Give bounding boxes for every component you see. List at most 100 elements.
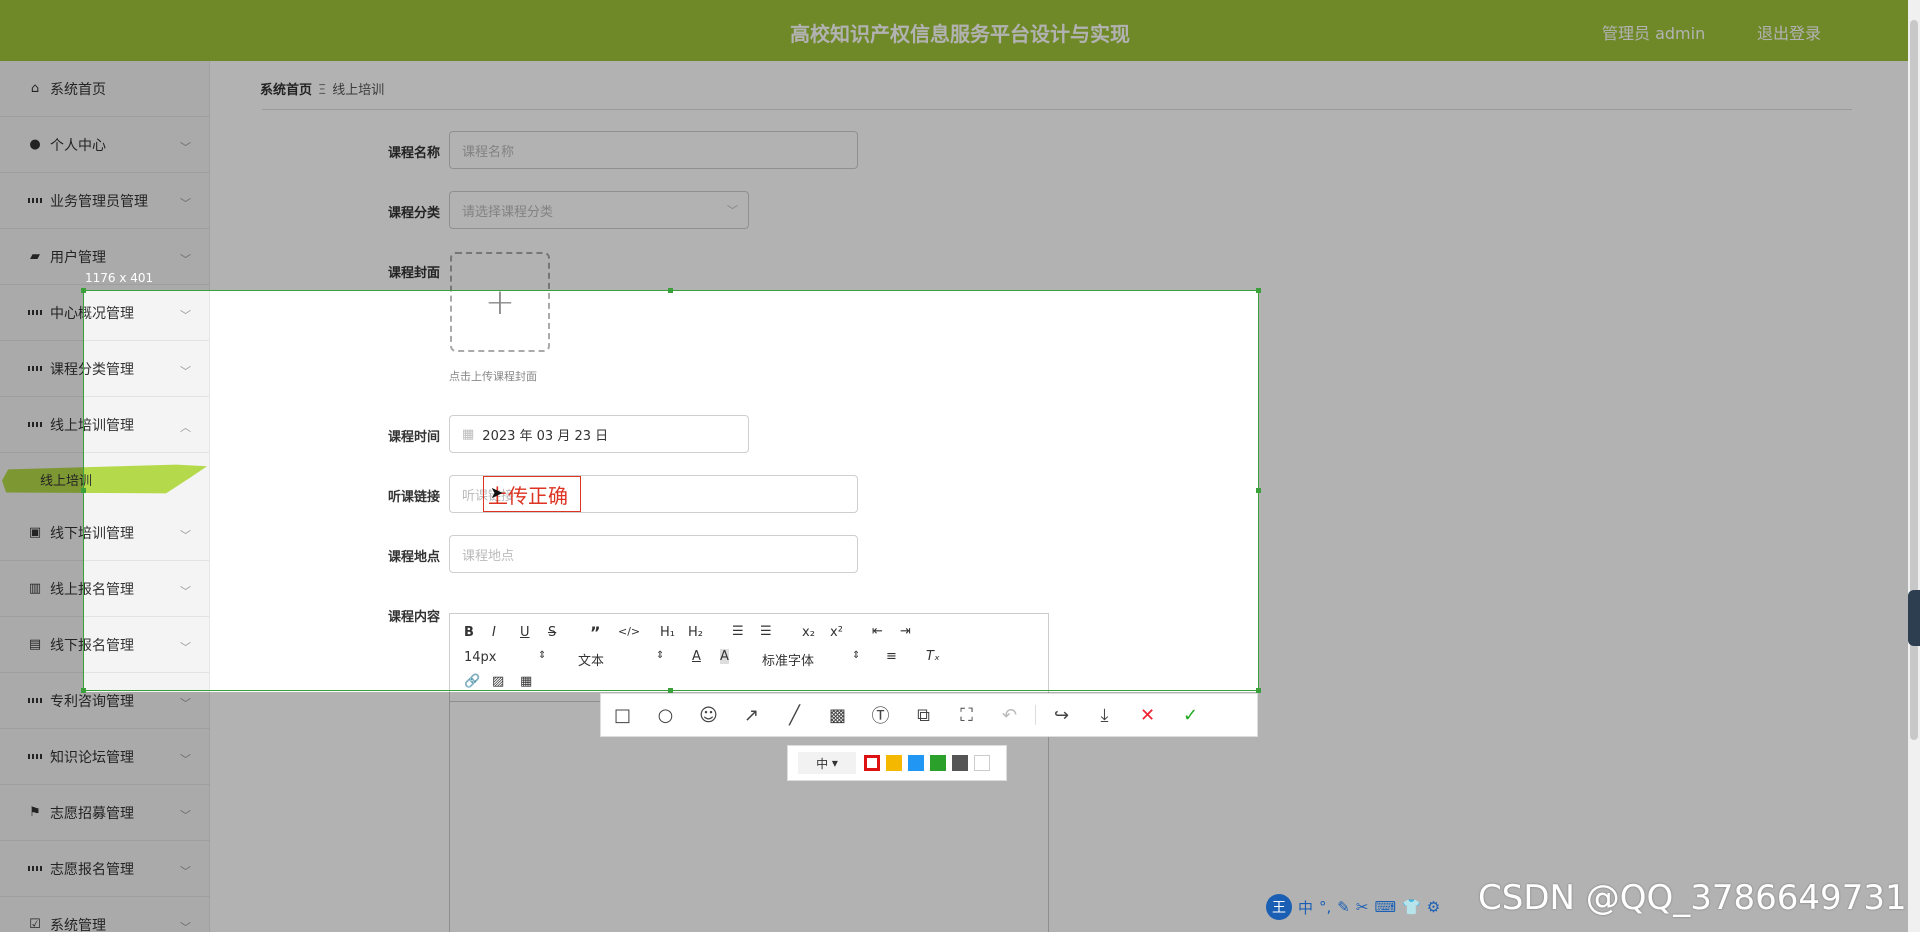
ocr-tool-icon[interactable]: ⛶ (945, 705, 988, 726)
sidebar-item-label: 线下培训管理 (50, 525, 134, 542)
close-icon[interactable]: ✕ (1126, 705, 1169, 726)
sidebar-item-online-training[interactable]: 线上培训管理 ︿ (0, 397, 209, 453)
font-size-select[interactable]: 14px (464, 650, 497, 665)
chevron-down-icon: ﹀ (180, 197, 191, 210)
grid-icon (28, 418, 42, 432)
sidebar-item-profile[interactable]: ● 个人中心 ﹀ (0, 117, 209, 173)
sidebar-subitem-online-training[interactable]: 线上培训 (0, 453, 209, 505)
color-swatch-yellow[interactable] (886, 755, 902, 771)
main-content: 系统首页 Ξ 线上培训 课程名称 课程名称 课程分类 请选择课程分类 ﹀ 课程封面 … (210, 61, 1920, 932)
confirm-icon[interactable]: ✓ (1169, 705, 1212, 726)
sidebar-item-biz-admin[interactable]: 业务管理员管理 ﹀ (0, 173, 209, 229)
chevron-down-icon: ﹀ (180, 641, 191, 654)
time-label: 课程时间 (387, 430, 440, 445)
time-picker[interactable]: ▦ 2023 年 03 月 23 日 (449, 415, 749, 453)
emoji-tool-icon[interactable]: ☺ (687, 705, 730, 726)
annotation-style-bar: 中 ▾ (787, 745, 1007, 781)
h1-icon[interactable]: H₁ (660, 625, 675, 640)
sidebar-item-course-category[interactable]: 课程分类管理 ﹀ (0, 341, 209, 397)
mouse-cursor-icon: ➤ (490, 483, 504, 502)
divider (262, 109, 1852, 110)
breadcrumb-current: 线上培训 (332, 83, 385, 98)
font-family-select[interactable]: 标准字体 (762, 650, 814, 669)
align-icon[interactable]: ≡ (886, 649, 897, 664)
sidebar-item-offline-training[interactable]: ▣ 线下培训管理 ﹀ (0, 505, 209, 561)
line-tool-icon[interactable]: ╱ (773, 705, 816, 726)
bullet-list-icon[interactable]: ☰ (760, 624, 772, 639)
image-icon[interactable]: ▨ (492, 674, 504, 689)
font-color-icon[interactable]: A (692, 649, 701, 664)
ime-mode[interactable]: 中 (1298, 897, 1313, 918)
chevron-down-icon: ﹀ (180, 529, 191, 542)
punctuation-icon[interactable]: °, (1319, 898, 1331, 916)
rectangle-tool-icon[interactable]: □ (601, 705, 644, 726)
color-swatch-gray[interactable] (952, 755, 968, 771)
handwrite-icon[interactable]: ✎ (1337, 898, 1350, 916)
chevron-up-icon: ︿ (180, 421, 191, 434)
pen-size-label: 中 (816, 756, 829, 771)
pin-tool-icon[interactable]: ⧉ (902, 705, 945, 726)
location-input[interactable]: 课程地点 (449, 535, 858, 573)
breadcrumb-home[interactable]: 系统首页 (260, 83, 312, 98)
ordered-list-icon[interactable]: ☰ (732, 624, 744, 639)
scissors-icon[interactable]: ✂ (1356, 898, 1369, 916)
background-color-icon[interactable]: A (720, 649, 729, 664)
download-icon[interactable]: ⤓ (1083, 705, 1126, 726)
arrow-tool-icon[interactable]: ↗ (730, 705, 773, 726)
course-name-label: 课程名称 (387, 146, 440, 161)
category-select[interactable]: 请选择课程分类 ﹀ (449, 191, 749, 229)
sidebar-item-volunteer-recruit[interactable]: ⚑ 志愿招募管理 ﹀ (0, 785, 209, 841)
screenshot-toolbar: □ ○ ☺ ↗ ╱ ▩ Ⓣ ⧉ ⛶ ↶ ↪ ⤓ ✕ ✓ (600, 693, 1258, 737)
subscript-icon[interactable]: x₂ (802, 625, 815, 640)
share-icon[interactable]: ↪ (1040, 705, 1083, 726)
clear-format-icon[interactable]: Tₓ (926, 649, 940, 664)
course-name-input[interactable]: 课程名称 (449, 131, 858, 169)
location-label: 课程地点 (387, 550, 440, 565)
settings-icon[interactable]: ⚙ (1427, 898, 1440, 916)
sidebar-item-label: 系统首页 (50, 81, 106, 98)
bold-icon[interactable]: B (464, 625, 474, 640)
code-icon[interactable]: </> (618, 625, 640, 638)
quote-icon[interactable]: ” (590, 623, 601, 642)
link-icon[interactable]: 🔗 (464, 674, 480, 689)
pen-size-select[interactable]: 中 ▾ (798, 752, 856, 774)
chevron-down-icon: ﹀ (180, 865, 191, 878)
sidebar-item-forum[interactable]: 知识论坛管理 ﹀ (0, 729, 209, 785)
superscript-icon[interactable]: x² (830, 625, 843, 640)
cover-upload-box[interactable]: + (450, 252, 550, 352)
briefcase-icon: ▤ (28, 637, 42, 652)
color-swatch-red[interactable] (864, 755, 880, 771)
color-swatch-green[interactable] (930, 755, 946, 771)
color-swatch-blue[interactable] (908, 755, 924, 771)
strike-icon[interactable]: S (548, 625, 556, 640)
floating-side-widget[interactable] (1908, 590, 1920, 646)
indent-icon[interactable]: ⇥ (900, 624, 911, 639)
ellipse-tool-icon[interactable]: ○ (644, 705, 687, 726)
user-label[interactable]: 管理员 admin (1602, 20, 1705, 44)
sidebar-item-patent[interactable]: 专利咨询管理 ﹀ (0, 673, 209, 729)
italic-icon[interactable]: I (492, 625, 496, 640)
calendar-icon: ▦ (462, 426, 475, 442)
video-icon[interactable]: ▦ (520, 674, 532, 689)
sidebar-item-system[interactable]: ☑ 系统管理 ﹀ (0, 897, 209, 932)
sidebar-item-online-signup[interactable]: ▥ 线上报名管理 ﹀ (0, 561, 209, 617)
h2-icon[interactable]: H₂ (688, 625, 703, 640)
mosaic-tool-icon[interactable]: ▩ (816, 705, 859, 726)
chevron-down-icon: ﹀ (727, 204, 738, 217)
page-scrollbar[interactable] (1908, 0, 1920, 932)
sidebar-item-volunteer-signup[interactable]: 志愿报名管理 ﹀ (0, 841, 209, 897)
underline-icon[interactable]: U (520, 625, 530, 640)
outdent-icon[interactable]: ⇤ (872, 624, 883, 639)
sidebar-item-label: 志愿报名管理 (50, 861, 134, 878)
skin-icon[interactable]: 👕 (1402, 898, 1421, 916)
keyboard-icon[interactable]: ⌨ (1374, 898, 1396, 916)
logout-link[interactable]: 退出登录 (1757, 20, 1821, 44)
sidebar-item-home[interactable]: ⌂ 系统首页 (0, 61, 209, 117)
color-swatch-white[interactable] (974, 755, 990, 771)
text-tool-icon[interactable]: Ⓣ (859, 702, 902, 728)
ime-logo-icon[interactable]: 王 (1266, 894, 1292, 920)
sidebar-item-offline-signup[interactable]: ▤ 线下报名管理 ﹀ (0, 617, 209, 673)
block-type-select[interactable]: 文本 (578, 650, 604, 669)
sidebar-item-center[interactable]: 中心概况管理 ﹀ (0, 285, 209, 341)
undo-icon[interactable]: ↶ (988, 705, 1031, 726)
